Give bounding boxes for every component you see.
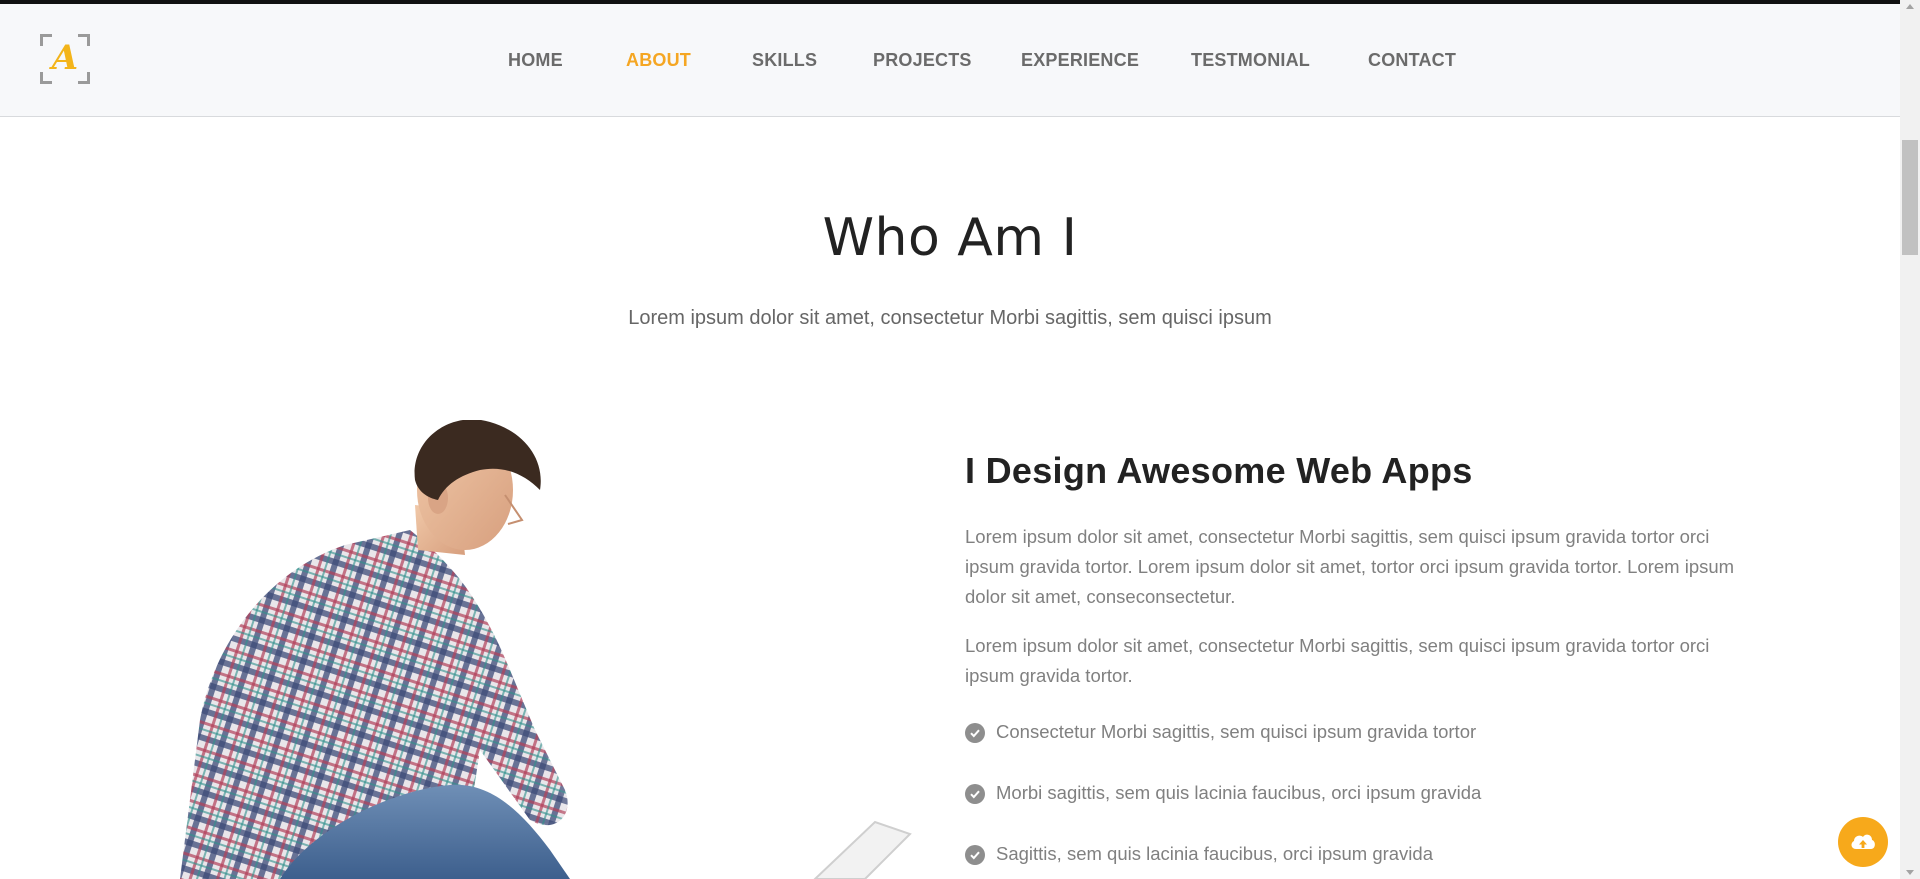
about-paragraph: Lorem ipsum dolor sit amet, consectetur … — [965, 526, 1735, 607]
checklist-text: Consectetur Morbi sagittis, sem quisci i… — [996, 721, 1477, 742]
back-to-top-button[interactable] — [1838, 817, 1888, 867]
checklist-item: Consectetur Morbi sagittis, sem quisci i… — [965, 721, 1745, 782]
about-paragraph: Lorem ipsum dolor sit amet, consectetur … — [965, 635, 1710, 686]
nav-experience[interactable]: EXPERIENCE — [1021, 50, 1139, 71]
scroll-up-arrow-icon[interactable] — [1906, 4, 1914, 9]
nav-home[interactable]: HOME — [508, 50, 563, 71]
about-content: I Design Awesome Web Apps Lorem ipsum do… — [965, 450, 1745, 879]
cloud-upload-icon — [1851, 834, 1875, 849]
navbar: A HOME ABOUT SKILLS PROJECTS EXPERIENCE … — [0, 4, 1900, 117]
check-circle-icon — [965, 784, 985, 804]
scroll-thumb[interactable] — [1902, 140, 1918, 255]
nav-projects[interactable]: PROJECTS — [873, 50, 972, 71]
feature-checklist: Consectetur Morbi sagittis, sem quisci i… — [965, 721, 1745, 879]
nav-about[interactable]: ABOUT — [626, 50, 691, 71]
scroll-down-arrow-icon[interactable] — [1906, 870, 1914, 875]
section-title: Who Am I — [822, 208, 1078, 268]
nav-skills[interactable]: SKILLS — [752, 50, 817, 71]
section-subtitle: Lorem ipsum dolor sit amet, consectetur … — [628, 307, 1272, 329]
nav-contact[interactable]: CONTACT — [1368, 50, 1456, 71]
check-circle-icon — [965, 723, 985, 743]
check-circle-icon — [965, 845, 985, 865]
page-scrollbar[interactable] — [1900, 0, 1920, 879]
about-heading: I Design Awesome Web Apps — [965, 450, 1473, 491]
checklist-item: Morbi sagittis, sem quis lacinia faucibu… — [965, 782, 1745, 843]
about-photo — [160, 420, 930, 879]
checklist-text: Sagittis, sem quis lacinia faucibus, orc… — [996, 843, 1433, 864]
checklist-text: Morbi sagittis, sem quis lacinia faucibu… — [996, 782, 1482, 803]
nav-testmonial[interactable]: TESTMONIAL — [1191, 50, 1310, 71]
checklist-item: Sagittis, sem quis lacinia faucibus, orc… — [965, 843, 1745, 879]
main-nav: HOME ABOUT SKILLS PROJECTS EXPERIENCE TE… — [0, 4, 1900, 117]
